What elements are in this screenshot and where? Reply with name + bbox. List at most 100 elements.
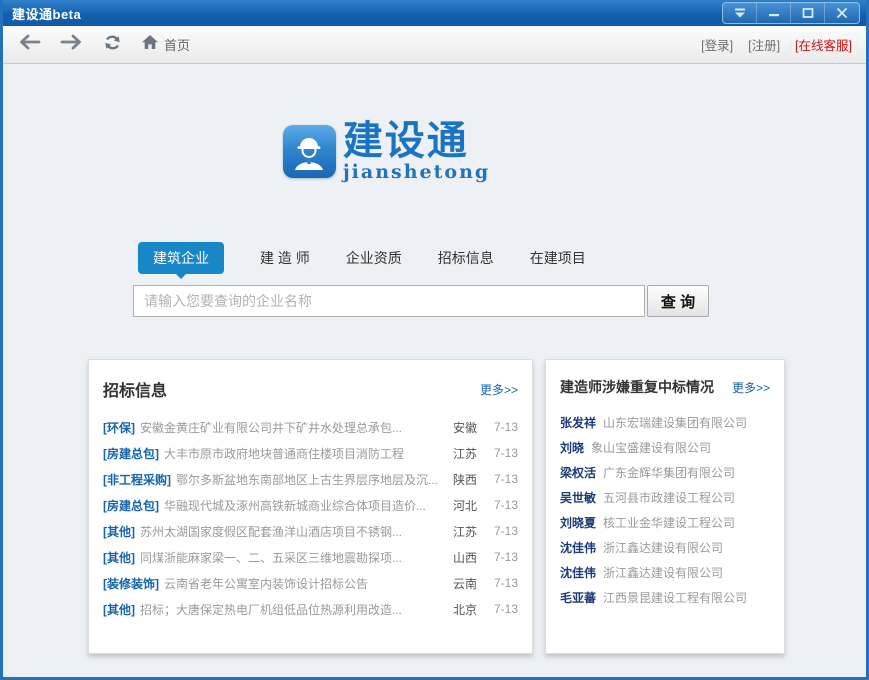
bid-title: 鄂尔多斯盆地东南部地区上古生界层序地层及沉... [176,471,444,488]
bid-province: 山西 [444,549,486,566]
bid-title: 苏州太湖国家度假区配套渔洋山酒店项目不锈钢... [140,523,444,540]
bid-province: 江苏 [444,523,486,540]
builder-item[interactable]: 梁权活 广东金辉华集团有限公司 [560,460,770,485]
bidding-info-panel: 招标信息 更多>> [环保] 安徽金黄庄矿业有限公司井下矿井水处理总承包... … [88,359,533,654]
main-content: 建设通 jianshetong 建筑企业 建 造 师 企业资质 招标信息 在建项… [3,121,866,680]
back-button[interactable] [17,34,41,55]
builder-item[interactable]: 刘晓 象山宝盛建设有限公司 [560,435,770,460]
bid-category-tag: [其他] [103,549,135,566]
builder-name: 张发祥 [560,414,596,431]
bid-province: 陕西 [444,471,486,488]
builders-list: 张发祥 山东宏瑞建设集团有限公司 刘晓 象山宝盛建设有限公司 梁权活 广东金辉华… [560,410,770,610]
home-label: 首页 [164,35,190,54]
tab-construction-enterprise[interactable]: 建筑企业 [138,242,224,274]
bid-date: 7-13 [486,420,518,434]
bid-category-tag: [环保] [103,419,135,436]
bid-province: 江苏 [444,445,486,462]
builders-panel-header: 建造师涉嫌重复中标情况 更多>> [560,360,770,397]
logo-subtitle: jianshetong [343,162,490,182]
builder-item[interactable]: 毛亚蕃 江西景昆建设工程有限公司 [560,585,770,610]
bid-title: 华融现代城及涿州高铁新城商业综合体项目造价... [164,497,444,514]
builder-company: 广东金辉华集团有限公司 [603,464,735,481]
bidding-more-link[interactable]: 更多>> [480,381,518,398]
chevron-down-icon [733,7,747,19]
builder-name: 沈佳伟 [560,564,596,581]
bid-date: 7-13 [486,550,518,564]
bidding-panel-title: 招标信息 [103,377,167,401]
login-link[interactable]: [登录] [701,35,733,54]
bid-date: 7-13 [486,602,518,616]
tab-constructor[interactable]: 建 造 师 [260,248,310,268]
bid-category-tag: [其他] [103,601,135,618]
bid-date: 7-13 [486,576,518,590]
builder-name: 刘晓夏 [560,514,596,531]
navigation-toolbar: 首页 [登录] [注册] [在线客服] [3,26,866,64]
builder-item[interactable]: 刘晓夏 核工业金华建设工程公司 [560,510,770,535]
builders-panel-title: 建造师涉嫌重复中标情况 [560,377,714,397]
bid-title: 招标；大唐保定热电厂机组低品位热源利用改造... [140,601,444,618]
logo-texts: 建设通 jianshetong [343,121,490,182]
bid-title: 同煤浙能麻家梁一、二、五采区三维地震勘探项... [140,549,444,566]
app-window: 建设通beta [0,0,869,680]
bid-title: 云南省老年公寓室内装饰设计招标公告 [164,575,444,592]
forward-button[interactable] [60,34,84,55]
bid-item[interactable]: [其他] 招标；大唐保定热电厂机组低品位热源利用改造... 北京 7-13 [103,596,518,622]
tab-enterprise-qualification[interactable]: 企业资质 [346,248,402,268]
refresh-button[interactable] [103,33,122,57]
search-bar: 查 询 [133,285,866,317]
builder-company: 核工业金华建设工程公司 [603,514,735,531]
register-link[interactable]: [注册] [748,35,780,54]
bidding-list: [环保] 安徽金黄庄矿业有限公司井下矿井水处理总承包... 安徽 7-13 [房… [103,414,518,622]
builders-more-link[interactable]: 更多>> [732,379,770,396]
bid-item[interactable]: [非工程采购] 鄂尔多斯盆地东南部地区上古生界层序地层及沉... 陕西 7-13 [103,466,518,492]
search-input[interactable] [133,285,645,317]
bid-item[interactable]: [其他] 同煤浙能麻家梁一、二、五采区三维地震勘探项... 山西 7-13 [103,544,518,570]
maximize-button[interactable] [791,3,825,23]
window-title: 建设通beta [3,4,81,23]
builder-name: 毛亚蕃 [560,589,596,606]
search-button[interactable]: 查 询 [647,285,709,317]
builder-item[interactable]: 沈佳伟 浙江鑫达建设有限公司 [560,535,770,560]
builder-name: 刘晓 [560,439,584,456]
bid-category-tag: [其他] [103,523,135,540]
bid-title: 大丰市原市政府地块普通商住楼项目消防工程 [164,445,444,462]
tab-projects-in-progress[interactable]: 在建项目 [530,248,586,268]
app-logo: 建设通 jianshetong [283,121,490,182]
builders-panel: 建造师涉嫌重复中标情况 更多>> 张发祥 山东宏瑞建设集团有限公司 刘晓 象山宝… [545,359,785,654]
forward-icon [60,34,84,55]
builder-name: 梁权活 [560,464,596,481]
back-icon [17,34,41,55]
close-button[interactable] [825,3,859,23]
bid-province: 河北 [444,497,486,514]
builder-company: 浙江鑫达建设有限公司 [603,539,723,556]
builder-company: 象山宝盛建设有限公司 [591,439,711,456]
refresh-icon [103,33,122,57]
bid-item[interactable]: [房建总包] 大丰市原市政府地块普通商住楼项目消防工程 江苏 7-13 [103,440,518,466]
builder-company: 浙江鑫达建设有限公司 [603,564,723,581]
close-icon [835,7,849,19]
builder-item[interactable]: 沈佳伟 浙江鑫达建设有限公司 [560,560,770,585]
bid-date: 7-13 [486,472,518,486]
bidding-panel-header: 招标信息 更多>> [103,360,518,401]
bid-item[interactable]: [装修装饰] 云南省老年公寓室内装饰设计招标公告 云南 7-13 [103,570,518,596]
bid-category-tag: [装修装饰] [103,575,159,592]
builder-company: 五河县市政建设工程公司 [603,489,735,506]
logo-title: 建设通 [343,121,490,161]
minimize-button[interactable] [757,3,791,23]
window-menu-button[interactable] [723,3,757,23]
bid-date: 7-13 [486,524,518,538]
maximize-icon [801,7,815,19]
bid-category-tag: [房建总包] [103,497,159,514]
home-button[interactable]: 首页 [141,34,190,55]
bid-date: 7-13 [486,446,518,460]
builder-item[interactable]: 吴世敏 五河县市政建设工程公司 [560,485,770,510]
builder-item[interactable]: 张发祥 山东宏瑞建设集团有限公司 [560,410,770,435]
bid-category-tag: [房建总包] [103,445,159,462]
bid-item[interactable]: [房建总包] 华融现代城及涿州高铁新城商业综合体项目造价... 河北 7-13 [103,492,518,518]
worker-logo-icon [283,125,336,178]
bid-item[interactable]: [其他] 苏州太湖国家度假区配套渔洋山酒店项目不锈钢... 江苏 7-13 [103,518,518,544]
bid-item[interactable]: [环保] 安徽金黄庄矿业有限公司井下矿井水处理总承包... 安徽 7-13 [103,414,518,440]
builder-company: 江西景昆建设工程有限公司 [603,589,747,606]
online-service-link[interactable]: [在线客服] [795,35,852,54]
tab-bidding-info[interactable]: 招标信息 [438,248,494,268]
